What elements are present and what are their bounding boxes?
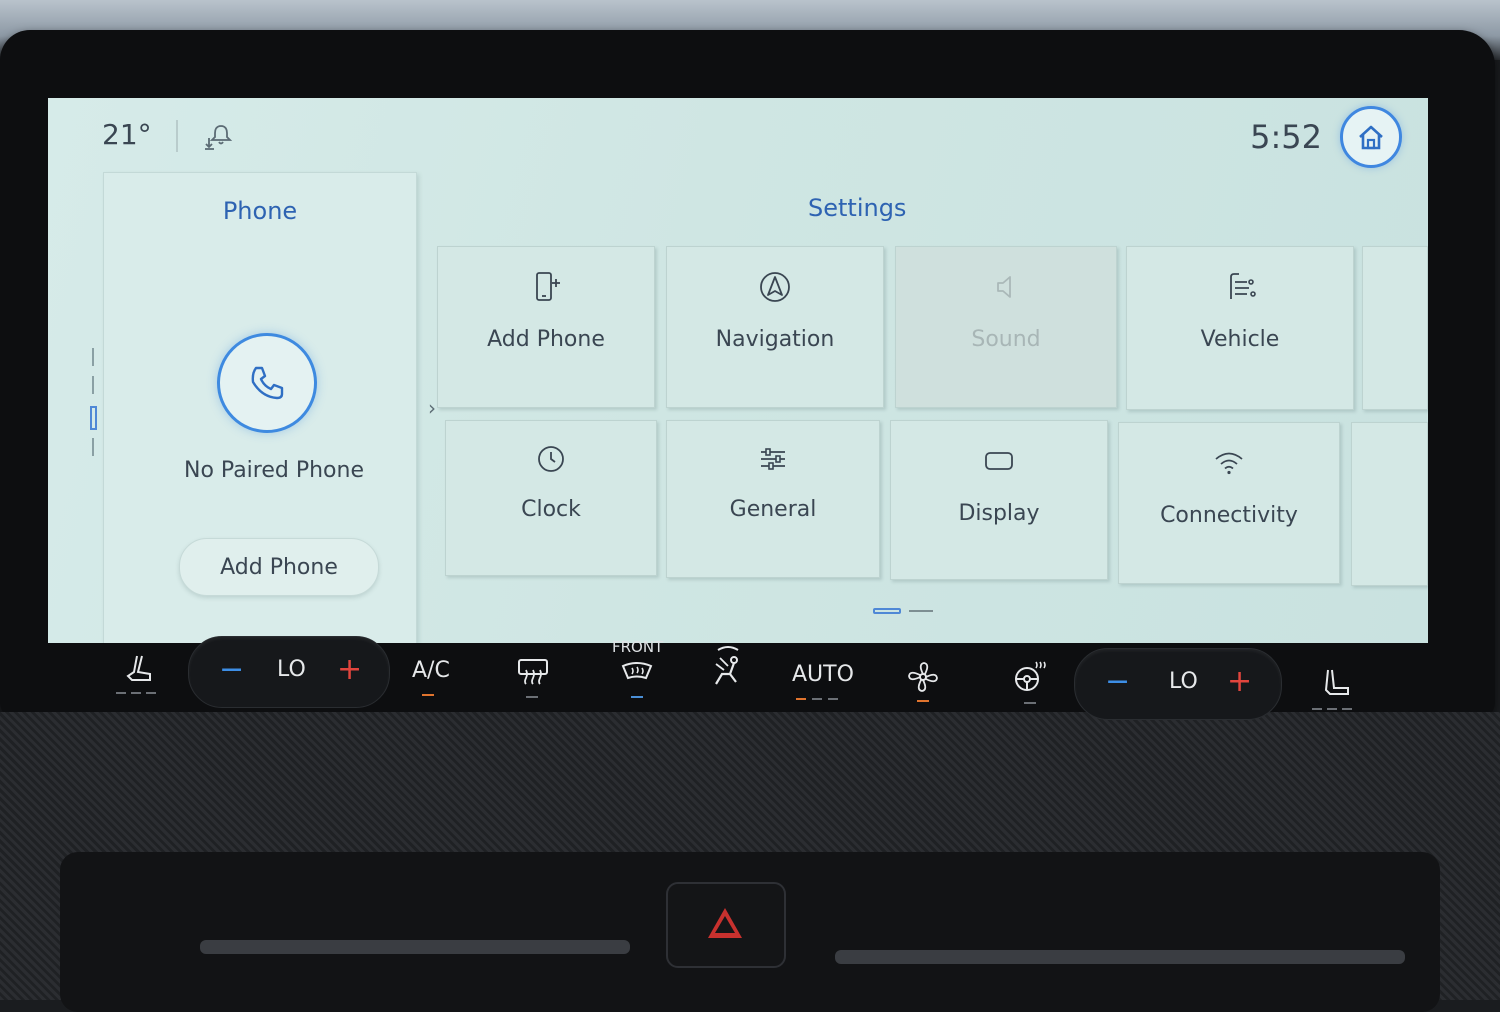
- settings-tile-label: Sound: [971, 327, 1041, 352]
- settings-tile-partial[interactable]: [1362, 246, 1428, 410]
- wifi-icon: [1215, 452, 1243, 475]
- ac-indicator: [422, 694, 434, 696]
- display-icon: [985, 452, 1013, 470]
- chevron-right-icon: ›: [428, 396, 436, 420]
- settings-tile-label: Connectivity: [1160, 503, 1298, 528]
- notification-download-icon[interactable]: [203, 120, 235, 152]
- phone-panel-title: Phone: [222, 197, 298, 225]
- page-dot-active: [90, 406, 97, 430]
- settings-tile-label: Vehicle: [1200, 327, 1280, 352]
- auto-button[interactable]: AUTO: [792, 662, 854, 687]
- passenger-temp-value: LO: [1169, 669, 1198, 694]
- passenger-temp-minus-button[interactable]: −: [1105, 667, 1130, 697]
- auto-indicator: [812, 698, 822, 700]
- call-button[interactable]: [217, 333, 317, 433]
- page-dot: [92, 348, 94, 366]
- clock-icon: [538, 446, 564, 472]
- auto-indicator: [796, 698, 806, 700]
- climate-control-bar: − LO + A/C FRONT AUTO − LO +: [20, 636, 1480, 720]
- settings-tile-sound[interactable]: Sound: [895, 246, 1117, 408]
- ac-button[interactable]: A/C: [412, 658, 450, 683]
- driver-temp-value: LO: [277, 657, 306, 682]
- seat-level-indicator: [146, 692, 156, 694]
- sliders-icon: [761, 448, 785, 470]
- add-phone-icon: [536, 272, 560, 301]
- rear-defrost-indicator: [526, 696, 538, 698]
- auto-indicator: [828, 698, 838, 700]
- page-dot-active: [873, 608, 901, 614]
- seat-level-indicator: [1312, 708, 1322, 710]
- hazard-button[interactable]: [666, 882, 786, 968]
- passenger-seat-heat-icon[interactable]: [1320, 666, 1354, 700]
- vehicle-settings-icon: [1230, 273, 1256, 299]
- settings-tile-label: Clock: [521, 497, 581, 522]
- page-dot: [92, 376, 94, 394]
- phone-panel[interactable]: Phone No Paired Phone Add Phone: [103, 172, 417, 643]
- settings-tile-navigation[interactable]: Navigation: [666, 246, 884, 408]
- settings-tile-label: Navigation: [715, 327, 835, 352]
- home-button[interactable]: [1340, 106, 1402, 168]
- settings-tile-add-phone[interactable]: Add Phone: [437, 246, 655, 408]
- driver-seat-heat-icon[interactable]: [122, 652, 156, 686]
- airflow-mode-icon[interactable]: [706, 642, 750, 690]
- panel-page-indicator[interactable]: [90, 348, 98, 458]
- settings-tile-label: Display: [958, 501, 1040, 526]
- seat-level-indicator: [131, 692, 141, 694]
- status-divider: [176, 120, 178, 152]
- fan-icon[interactable]: [906, 660, 940, 694]
- page-dot: [909, 610, 933, 612]
- infotainment-screen: 21° 5:52 Phone No Paired Phone Add Phone…: [48, 98, 1428, 643]
- settings-tile-vehicle[interactable]: Vehicle: [1126, 246, 1354, 410]
- status-clock: 5:52: [1250, 118, 1322, 156]
- hazard-triangle-icon: [708, 908, 742, 938]
- settings-tile-label: Add Phone: [487, 327, 605, 352]
- driver-temp-control: − LO +: [188, 636, 390, 708]
- settings-tile-display[interactable]: Display: [890, 420, 1108, 580]
- front-defrost-icon[interactable]: [620, 660, 654, 684]
- add-phone-button[interactable]: Add Phone: [179, 538, 379, 596]
- driver-temp-minus-button[interactable]: −: [219, 655, 244, 685]
- seat-level-indicator: [1327, 708, 1337, 710]
- driver-temp-plus-button[interactable]: +: [337, 655, 362, 685]
- seat-level-indicator: [1342, 708, 1352, 710]
- navigation-arrow-icon: [760, 272, 790, 302]
- passenger-temp-plus-button[interactable]: +: [1227, 667, 1252, 697]
- settings-tile-label: General: [729, 497, 817, 522]
- page-dot: [92, 438, 94, 456]
- heated-steering-wheel-icon[interactable]: [1012, 660, 1046, 694]
- passenger-temp-control: − LO +: [1074, 648, 1282, 720]
- seat-level-indicator: [116, 692, 126, 694]
- steering-heat-indicator: [1024, 702, 1036, 704]
- settings-tile-connectivity[interactable]: Connectivity: [1118, 422, 1340, 584]
- air-vent-right: [835, 950, 1405, 964]
- fan-indicator: [917, 700, 929, 702]
- settings-tile-general[interactable]: General: [666, 420, 880, 578]
- home-icon: [1359, 125, 1383, 150]
- front-defrost-indicator: [631, 696, 643, 698]
- speaker-icon: [997, 276, 1011, 298]
- settings-title: Settings: [808, 194, 907, 222]
- front-defrost-label: FRONT: [612, 638, 664, 656]
- phone-handset-icon: [251, 366, 284, 400]
- rear-defrost-icon[interactable]: [516, 656, 550, 686]
- settings-tile-clock[interactable]: Clock: [445, 420, 657, 576]
- outside-temperature: 21°: [102, 118, 152, 151]
- settings-tile-partial[interactable]: [1351, 422, 1428, 586]
- air-vent-left: [200, 940, 630, 954]
- no-paired-phone-text: No Paired Phone: [184, 458, 364, 483]
